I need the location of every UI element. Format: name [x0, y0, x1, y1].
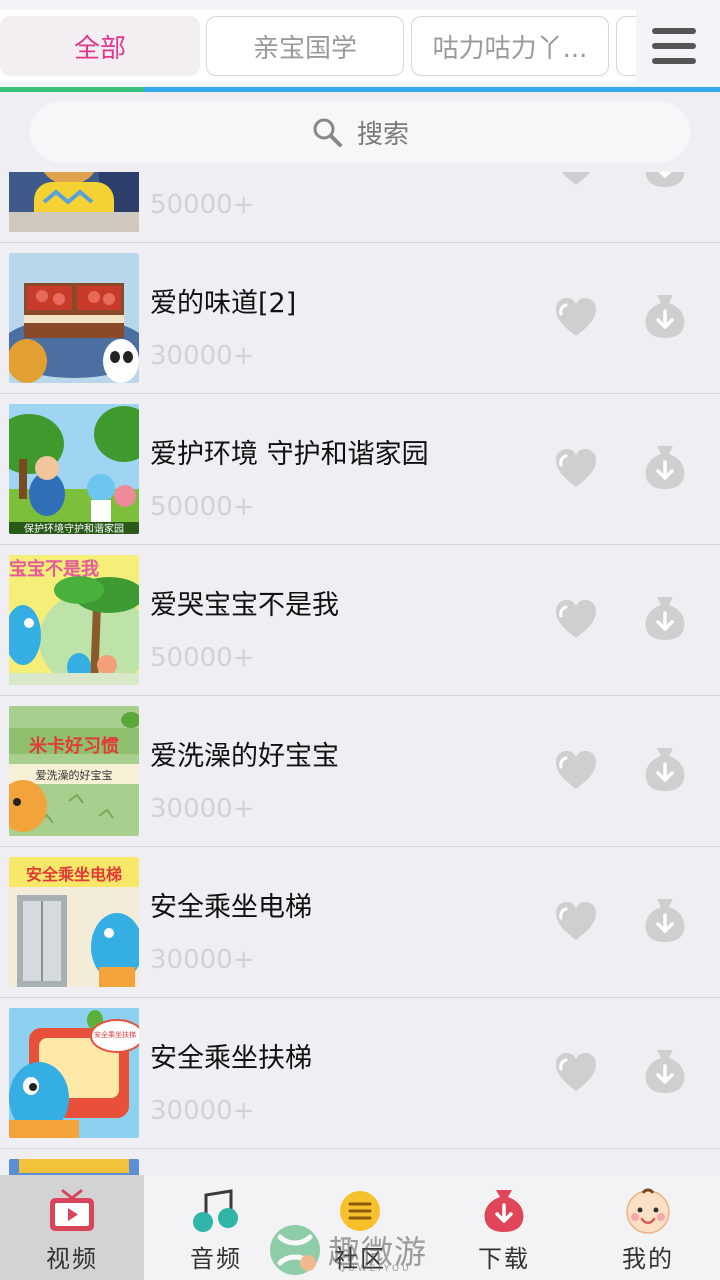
tab-guli-guli[interactable]: 咕力咕力丫...: [411, 16, 609, 76]
video-thumbnail: 安全乘坐扶梯: [9, 1008, 139, 1138]
video-title: 爱洗澡的好宝宝: [150, 741, 339, 772]
search-area: 搜索: [0, 92, 720, 172]
music-note-icon: [193, 1189, 238, 1232]
video-title: 爱哭宝宝不是我: [150, 590, 339, 621]
thumbnail-caption: 保护环境守护和谐家园: [24, 524, 124, 534]
video-thumbnail: [9, 1159, 139, 1175]
heart-icon[interactable]: [553, 899, 599, 943]
video-thumbnail: 安全乘坐电梯: [9, 857, 139, 987]
download-bag-icon[interactable]: [642, 442, 688, 492]
watermark-icon: [270, 1225, 320, 1275]
list-item[interactable]: [0, 1149, 720, 1175]
video-thumbnail: 宝宝不是我: [9, 555, 139, 685]
download-bag-icon[interactable]: [642, 593, 688, 643]
top-tab-bar: 全部 亲宝国学 咕力咕力丫...: [0, 0, 720, 92]
list-item[interactable]: 安全乘坐电梯 安全乘坐电梯 30000+: [0, 847, 720, 998]
video-icon: [50, 1189, 94, 1231]
tab-qinbao-guoxue[interactable]: 亲宝国学: [206, 16, 404, 76]
download-bag-icon[interactable]: [642, 744, 688, 794]
nav-label: 视频: [46, 1245, 98, 1273]
thumbnail-caption: 宝宝不是我: [9, 559, 99, 580]
nav-label: 我的: [622, 1245, 674, 1273]
play-count: 30000+: [150, 794, 255, 824]
thumbnail-subcaption: 爱洗澡的好宝宝: [35, 769, 113, 782]
video-thumbnail: [9, 172, 139, 232]
video-title: 爱的味道[2]: [150, 288, 297, 319]
heart-icon[interactable]: [553, 1050, 599, 1094]
play-count: 50000+: [150, 190, 255, 220]
download-icon: [484, 1190, 524, 1232]
play-count: 30000+: [150, 1096, 255, 1126]
thumbnail-caption: 安全乘坐电梯: [25, 865, 122, 884]
nav-audio[interactable]: 音频: [144, 1175, 288, 1280]
video-thumbnail: 米卡好习惯 爱洗澡的好宝宝: [9, 706, 139, 836]
nav-video[interactable]: 视频: [0, 1175, 144, 1280]
list-item[interactable]: 宝宝不是我 爱哭宝宝不是我 50000+: [0, 545, 720, 696]
download-bag-icon[interactable]: [642, 895, 688, 945]
thumbnail-caption: 安全乘坐扶梯: [94, 1031, 136, 1039]
heart-icon[interactable]: [553, 748, 599, 792]
video-list[interactable]: 50000+ 爱的味道[2] 30000+ 保护环境守护和谐家园 爱护环境 守护…: [0, 172, 720, 1175]
video-thumbnail: 保护环境守护和谐家园: [9, 404, 139, 534]
thumbnail-caption: 米卡好习惯: [29, 736, 119, 757]
play-count: 50000+: [150, 492, 255, 522]
list-item[interactable]: 50000+: [0, 172, 720, 243]
nav-label: 音频: [190, 1245, 242, 1273]
play-count: 30000+: [150, 341, 255, 371]
video-title: 爱护环境 守护和谐家园: [150, 439, 429, 470]
list-item[interactable]: 米卡好习惯 爱洗澡的好宝宝 爱洗澡的好宝宝 30000+: [0, 696, 720, 847]
video-thumbnail: [9, 253, 139, 383]
download-bag-icon[interactable]: [642, 1046, 688, 1096]
heart-icon[interactable]: [553, 446, 599, 490]
video-title: 安全乘坐扶梯: [150, 1043, 312, 1074]
tab-all[interactable]: 全部: [0, 16, 200, 76]
tab-more-partial[interactable]: [616, 16, 636, 76]
search-placeholder: 搜索: [356, 119, 409, 150]
play-count: 50000+: [150, 643, 255, 673]
menu-icon[interactable]: [652, 28, 696, 64]
watermark-logo: 趣微游 QUWEIYOU: [268, 1222, 458, 1278]
baby-face-icon: [626, 1188, 670, 1234]
search-input[interactable]: 搜索: [30, 102, 690, 162]
category-tabs[interactable]: 全部 亲宝国学 咕力咕力丫...: [0, 10, 636, 82]
heart-icon[interactable]: [553, 597, 599, 641]
search-icon: [313, 118, 342, 147]
heart-icon[interactable]: [553, 172, 599, 188]
watermark-subtext: QUWEIYOU: [338, 1264, 412, 1274]
play-count: 30000+: [150, 945, 255, 975]
nav-mine[interactable]: 我的: [576, 1175, 720, 1280]
video-title: 安全乘坐电梯: [150, 892, 312, 923]
download-bag-icon[interactable]: [642, 291, 688, 341]
nav-label: 下载: [478, 1245, 530, 1273]
list-item[interactable]: 爱的味道[2] 30000+: [0, 243, 720, 394]
heart-icon[interactable]: [553, 295, 599, 339]
download-bag-icon[interactable]: [642, 172, 688, 190]
list-item[interactable]: 安全乘坐扶梯 安全乘坐扶梯 30000+: [0, 998, 720, 1149]
list-item[interactable]: 保护环境守护和谐家园 爱护环境 守护和谐家园 50000+: [0, 394, 720, 545]
